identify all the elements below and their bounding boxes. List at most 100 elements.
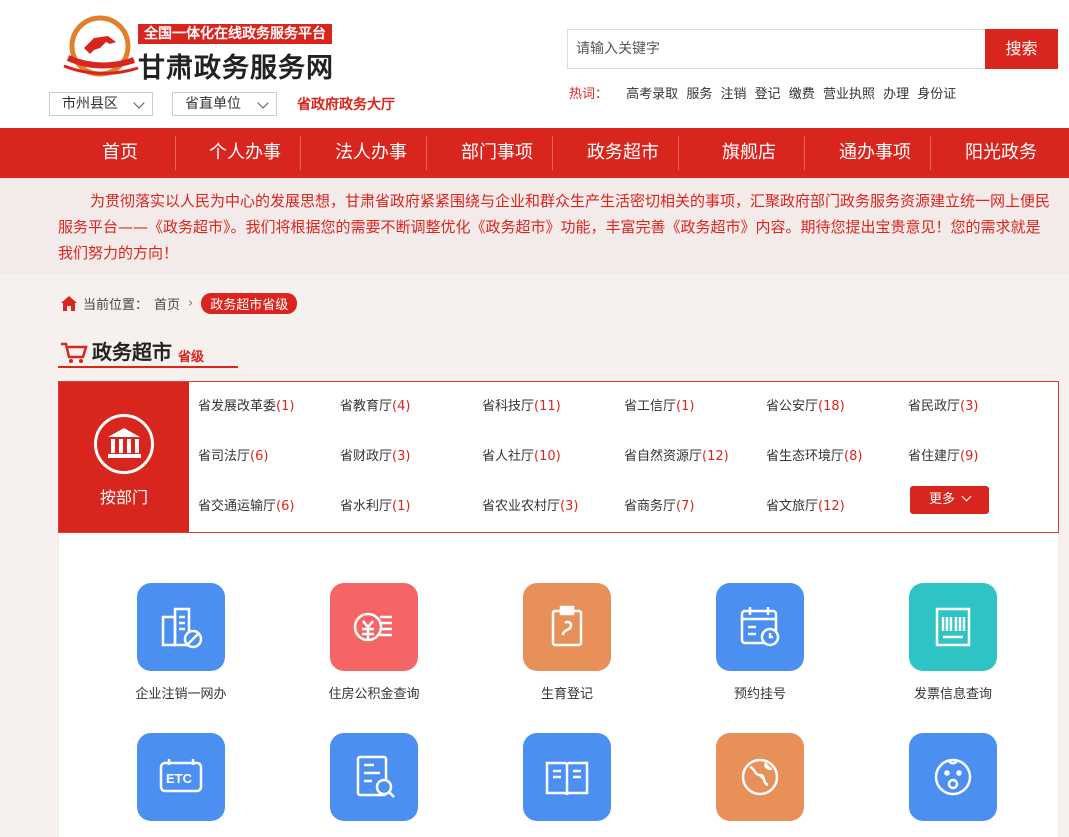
dept-count: (10) (534, 449, 561, 464)
nav-personal[interactable]: 个人办事 (195, 128, 295, 178)
dept-link[interactable]: 省公安厅(18) (766, 395, 845, 414)
dept-link[interactable]: 省财政厅(3) (340, 445, 410, 464)
section-title-text: 政务超市 (92, 340, 172, 364)
nav-divider (300, 136, 301, 170)
clipboard-icon (523, 583, 611, 671)
dept-link[interactable]: 省农业农村厅(3) (482, 495, 578, 514)
shopping-cart-icon (61, 342, 88, 363)
breadcrumb-label: 当前位置： (83, 298, 149, 313)
credit-search-icon (330, 733, 418, 821)
dept-link[interactable]: 省交通运输厅(6) (198, 495, 294, 514)
city-select[interactable]: 市州县区 (49, 92, 153, 116)
chevron-down-icon (133, 97, 145, 109)
dept-name: 省交通运输厅 (198, 499, 277, 514)
dept-count: (12) (702, 449, 729, 464)
book-icon (523, 733, 611, 821)
dept-count: (12) (818, 499, 845, 514)
hot-word-link[interactable]: 高考录取 (626, 87, 678, 102)
baby-icon (909, 733, 997, 821)
etc-icon: ETC (137, 733, 225, 821)
dept-name: 省自然资源厅 (624, 449, 703, 464)
svg-text:ETC: ETC (166, 771, 193, 786)
service-item[interactable] (680, 733, 840, 833)
service-item[interactable]: 发票信息查询 (873, 583, 1033, 702)
search-button[interactable]: 搜索 (985, 29, 1058, 69)
hot-word-link[interactable]: 注销 (720, 87, 746, 102)
dept-link[interactable]: 省人社厅(10) (482, 445, 561, 464)
chevron-down-icon (257, 97, 269, 109)
dept-count: (7) (676, 499, 695, 514)
more-depts-button[interactable]: 更多 (910, 486, 989, 514)
hot-word-link[interactable]: 办理 (883, 87, 909, 102)
dept-panel-label: 按部门 (99, 488, 148, 507)
service-item[interactable] (487, 733, 647, 833)
service-item[interactable]: 企业注销一网办 (101, 583, 261, 702)
dept-link[interactable]: 省司法厅(6) (198, 445, 268, 464)
dept-link[interactable]: 省自然资源厅(12) (624, 445, 729, 464)
dept-link[interactable]: 省生态环境厅(8) (766, 445, 862, 464)
site-title[interactable]: 甘肃政务服务网 (138, 46, 334, 85)
main-nav: 首页 个人办事 法人办事 部门事项 政务超市 旗舰店 通办事项 阳光政务 (0, 128, 1069, 178)
site-logo-icon[interactable] (60, 14, 140, 80)
service-item[interactable]: ETC (101, 733, 261, 833)
dept-name: 省发展改革委 (198, 399, 277, 414)
dept-link[interactable]: 省文旅厅(12) (766, 495, 845, 514)
dept-name: 省商务厅 (624, 499, 677, 514)
home-icon (61, 296, 77, 311)
dept-name: 省生态环境厅 (766, 449, 845, 464)
dept-count: (6) (276, 499, 295, 514)
nav-home[interactable]: 首页 (70, 128, 170, 178)
intro-text: 为贯彻落实以人民为中心的发展思想，甘肃省政府紧紧围绕与企业和群众生产生活密切相关… (0, 178, 1069, 274)
calendar-clock-icon (716, 583, 804, 671)
nav-sunshine[interactable]: 阳光政务 (951, 128, 1051, 178)
dept-count: (3) (392, 449, 411, 464)
nav-gov-market[interactable]: 政务超市 (573, 128, 673, 178)
section-subtitle: 省级 (178, 350, 205, 365)
dept-name: 省农业农村厅 (482, 499, 561, 514)
dept-link[interactable]: 省住建厅(9) (908, 445, 978, 464)
nav-flagship[interactable]: 旗舰店 (699, 128, 799, 178)
dept-name: 省民政厅 (908, 399, 961, 414)
coins-icon (330, 583, 418, 671)
dept-link[interactable]: 省民政厅(3) (908, 395, 978, 414)
hot-word-link[interactable]: 服务 (686, 87, 712, 102)
nav-divider (552, 136, 553, 170)
breadcrumb-current: 政务超市省级 (201, 293, 298, 314)
service-item[interactable]: 生育登记 (487, 583, 647, 702)
dept-link[interactable]: 省发展改革委(1) (198, 395, 294, 414)
service-item[interactable]: 住房公积金查询 (294, 583, 454, 702)
service-name: 生育登记 (540, 687, 593, 702)
dept-link[interactable]: 省科技厅(11) (482, 395, 561, 414)
nav-dept-items[interactable]: 部门事项 (447, 128, 547, 178)
service-item[interactable] (873, 733, 1033, 833)
hot-word-link[interactable]: 营业执照 (823, 87, 875, 102)
hot-word-link[interactable]: 登记 (755, 87, 781, 102)
province-unit-select[interactable]: 省直单位 (172, 92, 277, 116)
government-hall-link[interactable]: 省政府政务大厅 (297, 94, 395, 114)
service-item[interactable] (294, 733, 454, 833)
hot-word-link[interactable]: 缴费 (789, 87, 815, 102)
service-name: 发票信息查询 (913, 687, 992, 702)
dept-link[interactable]: 省工信厅(1) (624, 395, 694, 414)
dept-count: (3) (560, 499, 579, 514)
breadcrumb-home[interactable]: 首页 (154, 294, 180, 313)
search-input[interactable]: 请输入关键字 (567, 29, 986, 69)
hot-words-label: 热词： (569, 87, 609, 102)
more-depts-label: 更多 (928, 492, 955, 507)
dept-name: 省财政厅 (340, 449, 393, 464)
dept-name: 省工信厅 (624, 399, 677, 414)
hot-word-link[interactable]: 身份证 (917, 87, 956, 102)
dept-count: (1) (392, 499, 411, 514)
dept-link[interactable]: 省商务厅(7) (624, 495, 694, 514)
dept-link[interactable]: 省水利厅(1) (340, 495, 410, 514)
dept-count: (3) (960, 399, 979, 414)
nav-universal[interactable]: 通办事项 (825, 128, 925, 178)
nav-divider (804, 136, 805, 170)
dept-count: (1) (676, 399, 695, 414)
dept-link[interactable]: 省教育厅(4) (340, 395, 410, 414)
dept-count: (8) (844, 449, 863, 464)
service-name: 预约挂号 (733, 687, 786, 702)
nav-legal-person[interactable]: 法人办事 (321, 128, 421, 178)
service-item[interactable]: 预约挂号 (680, 583, 840, 702)
service-grid: 企业注销一网办 住房公积金查询 生育登记 预约挂号 发票信息查询 ETC (58, 533, 1059, 837)
